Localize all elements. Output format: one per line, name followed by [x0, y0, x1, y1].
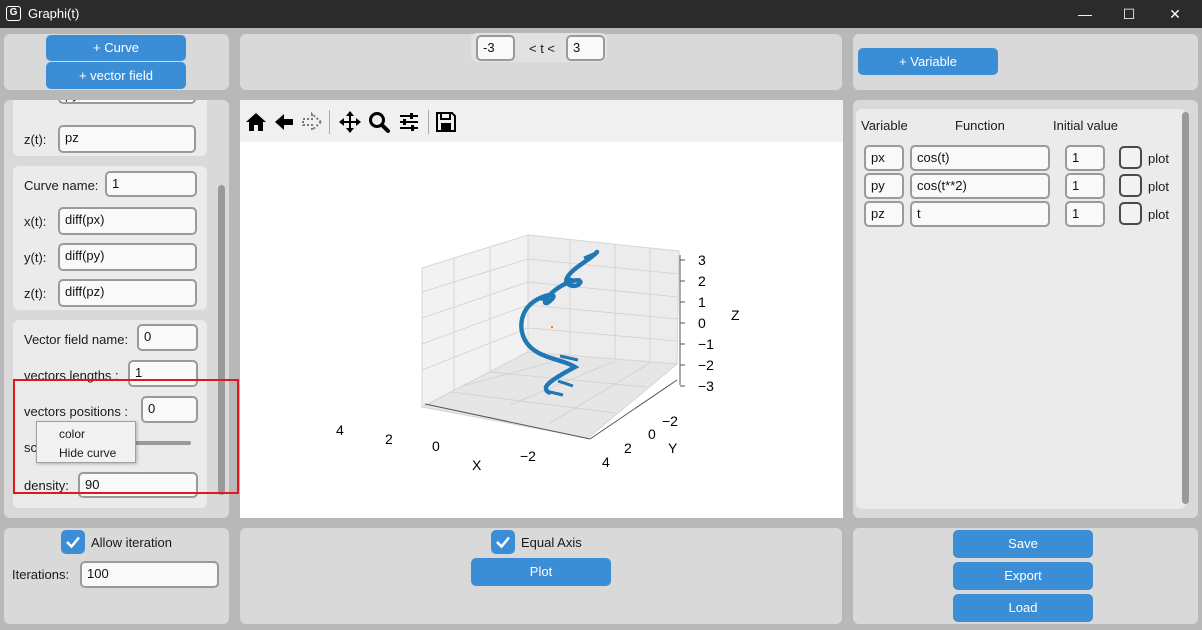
- variable-function-input-pz[interactable]: t: [910, 201, 1050, 227]
- equal-axis-checkbox[interactable]: [491, 530, 515, 554]
- add-curve-button[interactable]: + Curve: [46, 35, 186, 61]
- plot-label-py: plot: [1148, 179, 1169, 194]
- toolbar-separator: [329, 110, 330, 134]
- variable-initial-input-py[interactable]: 1: [1065, 173, 1105, 199]
- curve-card: Curve name: 1 x(t): diff(px) y(t): diff(…: [13, 166, 207, 310]
- vector-field-name-input[interactable]: 0: [137, 324, 198, 351]
- z-tick-label: 0: [698, 315, 706, 331]
- x-tick-neg2: −2: [520, 448, 536, 464]
- plot-checkbox-py[interactable]: [1119, 174, 1142, 197]
- function-header: Function: [955, 118, 1005, 133]
- variable-initial-input-px[interactable]: 1: [1065, 145, 1105, 171]
- maximize-button[interactable]: ☐: [1106, 0, 1152, 28]
- z-tick-label: −2: [698, 357, 714, 373]
- y-tick-2: 2: [624, 440, 632, 456]
- curve-z-input[interactable]: diff(pz): [58, 279, 197, 307]
- previous-curve-card: py z(t): pz: [13, 100, 207, 156]
- y-tick-4: 4: [602, 454, 610, 470]
- checkmark-icon: [66, 536, 80, 549]
- curve-y-input[interactable]: diff(py): [58, 243, 197, 271]
- previous-z-input[interactable]: pz: [58, 125, 196, 153]
- load-button[interactable]: Load: [953, 594, 1093, 622]
- origin-marker: [551, 326, 553, 328]
- 3d-plot: 3 2 1 0 −1 −2 −3 4 2 0 −2 X −2 0 2 4 Y Z: [336, 234, 740, 473]
- variable-function-input-py[interactable]: cos(t**2): [910, 173, 1050, 199]
- toolbar-separator: [428, 110, 429, 134]
- z-tick-label: 3: [698, 252, 706, 268]
- back-icon[interactable]: [272, 110, 296, 134]
- equal-axis-label: Equal Axis: [521, 535, 582, 550]
- plot-button[interactable]: Plot: [471, 558, 611, 586]
- pan-icon[interactable]: [338, 110, 362, 134]
- initial-value-header: Initial value: [1053, 118, 1119, 133]
- vector-field-name-label: Vector field name:: [24, 332, 129, 347]
- z-tick-label: −3: [698, 378, 714, 394]
- t-min-input[interactable]: -3: [476, 35, 515, 61]
- save-button[interactable]: Save: [953, 530, 1093, 558]
- x-tick-4: 4: [336, 422, 344, 438]
- t-range-label: < t <: [529, 41, 556, 56]
- x-axis-label: X: [472, 457, 482, 473]
- save-icon[interactable]: [434, 110, 458, 134]
- variable-function-input-px[interactable]: cos(t): [910, 145, 1050, 171]
- variable-name-input-px[interactable]: px: [864, 145, 904, 171]
- curve-x-input[interactable]: diff(px): [58, 207, 197, 235]
- curve-z-label: z(t):: [24, 286, 47, 301]
- z-tick-label: −1: [698, 336, 714, 352]
- curve-name-label: Curve name:: [24, 178, 99, 193]
- variable-header: Variable: [861, 118, 908, 133]
- plot-checkbox-pz[interactable]: [1119, 202, 1142, 225]
- forward-icon[interactable]: [300, 110, 324, 134]
- highlight-box: [13, 379, 239, 494]
- checkmark-icon: [496, 536, 510, 549]
- curve-name-input[interactable]: 1: [105, 171, 197, 197]
- close-button[interactable]: ✕: [1152, 0, 1198, 28]
- window-title: Graphi(t): [28, 6, 80, 21]
- y-tick-0: 0: [648, 426, 656, 442]
- iterations-input[interactable]: 100: [80, 561, 219, 588]
- plot-label-pz: plot: [1148, 207, 1169, 222]
- curve-x-label: x(t):: [24, 214, 47, 229]
- curve-y-label: y(t):: [24, 250, 47, 265]
- add-vector-field-button[interactable]: + vector field: [46, 62, 186, 89]
- configure-icon[interactable]: [397, 110, 421, 134]
- x-tick-0: 0: [432, 438, 440, 454]
- variable-name-input-pz[interactable]: pz: [864, 201, 904, 227]
- z-tick-label: 2: [698, 273, 706, 289]
- title-bar: G Graphi(t) — ☐ ✕: [0, 0, 1202, 28]
- app-logo-icon: G: [6, 6, 21, 21]
- allow-iteration-checkbox[interactable]: [61, 530, 85, 554]
- minimize-button[interactable]: —: [1062, 0, 1108, 28]
- t-max-input[interactable]: 3: [566, 35, 605, 61]
- z-tick-label: 1: [698, 294, 706, 310]
- plot-label-px: plot: [1148, 151, 1169, 166]
- plot-checkbox-px[interactable]: [1119, 146, 1142, 169]
- y-axis-label: Y: [668, 440, 678, 456]
- z-axis-label: Z: [731, 307, 740, 323]
- previous-y-input[interactable]: py: [58, 100, 196, 104]
- iterations-label: Iterations:: [12, 567, 70, 582]
- home-icon[interactable]: [244, 110, 268, 134]
- y-tick-neg2: −2: [662, 413, 678, 429]
- x-tick-2: 2: [385, 431, 393, 447]
- previous-z-label: z(t):: [24, 132, 47, 147]
- variable-name-input-py[interactable]: py: [864, 173, 904, 199]
- allow-iteration-label: Allow iteration: [91, 535, 172, 550]
- variables-scrollbar[interactable]: [1182, 112, 1189, 504]
- export-button[interactable]: Export: [953, 562, 1093, 590]
- zoom-icon[interactable]: [367, 110, 391, 134]
- variable-initial-input-pz[interactable]: 1: [1065, 201, 1105, 227]
- add-variable-button[interactable]: + Variable: [858, 48, 998, 75]
- plot-canvas[interactable]: 3 2 1 0 −1 −2 −3 4 2 0 −2 X −2 0 2 4 Y Z: [240, 142, 843, 518]
- plot-toolbar: [240, 100, 843, 142]
